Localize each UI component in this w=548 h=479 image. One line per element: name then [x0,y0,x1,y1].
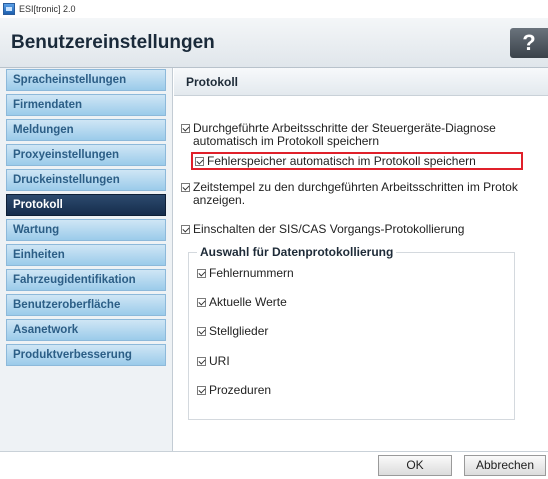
option-label-line1: Zeitstempel zu den durchgeführten Arbeit… [193,180,518,194]
group-item-uri[interactable]: URI [197,355,230,368]
option-label: Einschalten der SIS/CAS Vorgangs-Protoko… [193,222,465,236]
option-label: Fehlerspeicher automatisch im Protokoll … [207,154,476,168]
checkbox-checked-icon[interactable] [181,225,190,234]
sidebar-item-einheiten[interactable]: Einheiten [6,244,166,266]
group-item-stellglieder[interactable]: Stellglieder [197,325,268,338]
section-header: Protokoll [174,68,548,96]
option-fehlerspeicher[interactable]: Fehlerspeicher automatisch im Protokoll … [195,155,476,168]
sidebar-item-meldungen[interactable]: Meldungen [6,119,166,141]
checkbox-checked-icon[interactable] [197,298,206,307]
option-label-line1: Durchgeführte Arbeitsschritte der Steuer… [193,121,496,135]
checkbox-checked-icon[interactable] [181,183,190,192]
sidebar-item-proxyeinstellungen[interactable]: Proxyeinstellungen [6,144,166,166]
window-title: ESI[tronic] 2.0 [19,4,76,14]
option-text: Durchgeführte Arbeitsschritte der Steuer… [193,122,496,148]
group-item-label: Fehlernummern [209,266,294,280]
sidebar-item-protokoll[interactable]: Protokoll [6,194,166,216]
checkbox-checked-icon[interactable] [197,357,206,366]
option-zeitstempel[interactable]: Zeitstempel zu den durchgeführten Arbeit… [181,181,518,207]
group-item-label: Aktuelle Werte [209,295,287,309]
dialog-footer: OK Abbrechen [0,451,548,479]
sidebar-item-benutzeroberflaeche[interactable]: Benutzeroberfläche [6,294,166,316]
checkbox-checked-icon[interactable] [181,124,190,133]
checkbox-checked-icon[interactable] [197,386,206,395]
option-text: Zeitstempel zu den durchgeführten Arbeit… [193,181,518,207]
option-label-line2: automatisch im Protokoll speichern [193,134,380,148]
settings-panel: Durchgeführte Arbeitsschritte der Steuer… [174,96,548,451]
dialog-header: Benutzereinstellungen ? [0,18,548,68]
checkbox-checked-icon[interactable] [197,327,206,336]
ok-button[interactable]: OK [378,455,452,476]
sidebar-nav: Spracheinstellungen Firmendaten Meldunge… [0,68,173,451]
cancel-button[interactable]: Abbrechen [464,455,546,476]
app-icon [3,3,15,15]
option-label-line2: anzeigen. [193,193,246,207]
section-title: Protokoll [186,75,239,89]
option-sis-cas[interactable]: Einschalten der SIS/CAS Vorgangs-Protoko… [181,223,464,236]
group-item-label: URI [209,354,230,368]
sidebar-item-fahrzeugidentifikation[interactable]: Fahrzeugidentifikation [6,269,166,291]
checkbox-checked-icon[interactable] [197,269,206,278]
group-item-aktuelle-werte[interactable]: Aktuelle Werte [197,296,287,309]
sidebar-item-druckeinstellungen[interactable]: Druckeinstellungen [6,169,166,191]
sidebar-item-produktverbesserung[interactable]: Produktverbesserung [6,344,166,366]
sidebar-item-spracheinstellungen[interactable]: Spracheinstellungen [6,69,166,91]
sidebar-item-wartung[interactable]: Wartung [6,219,166,241]
group-item-label: Prozeduren [209,383,272,397]
data-logging-group: Auswahl für Datenprotokollierung Fehlern… [188,245,515,420]
group-item-label: Stellglieder [209,324,269,338]
group-item-fehlernummern[interactable]: Fehlernummern [197,267,294,280]
group-title: Auswahl für Datenprotokollierung [197,245,397,259]
window-titlebar: ESI[tronic] 2.0 [0,0,548,18]
help-button[interactable]: ? [510,28,548,58]
checkbox-checked-icon[interactable] [195,157,204,166]
page-title: Benutzereinstellungen [11,32,215,53]
option-diagnose-steps[interactable]: Durchgeführte Arbeitsschritte der Steuer… [181,122,496,148]
sidebar-item-firmendaten[interactable]: Firmendaten [6,94,166,116]
group-item-prozeduren[interactable]: Prozeduren [197,384,271,397]
sidebar-item-asanetwork[interactable]: Asanetwork [6,319,166,341]
